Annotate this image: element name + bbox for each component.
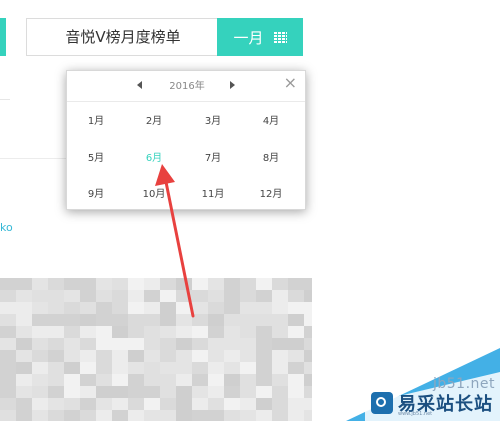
watermark-stripe bbox=[346, 348, 500, 421]
watermark-tagline: www.jb51.net bbox=[398, 411, 433, 417]
site-logo-icon bbox=[371, 392, 393, 414]
